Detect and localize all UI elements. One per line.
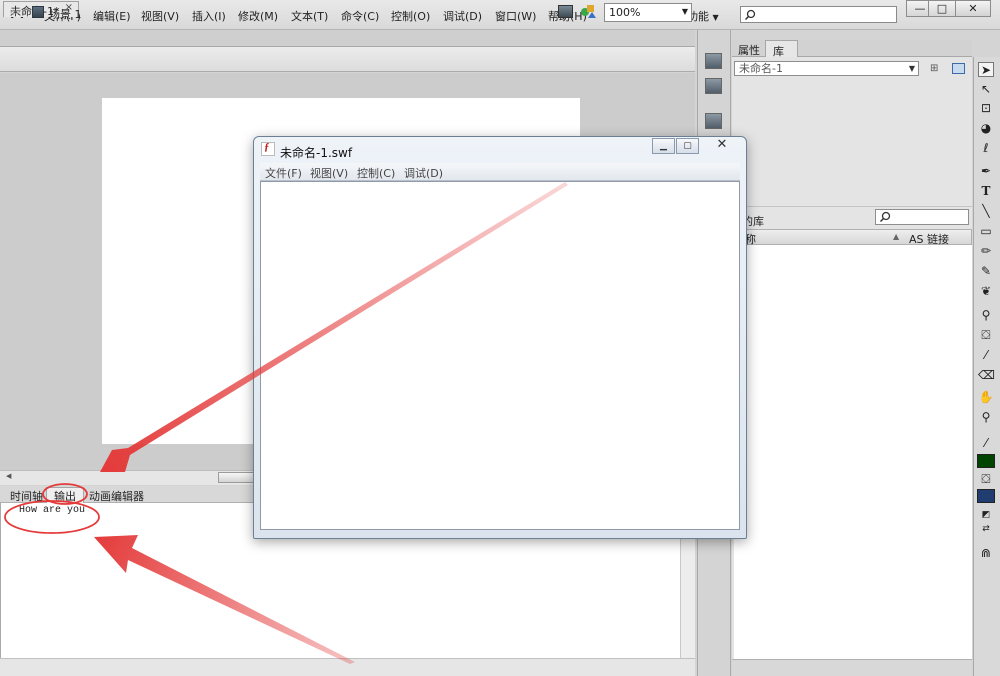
swf-maximize-button[interactable]: ▢ xyxy=(676,138,699,154)
back-arrow-icon[interactable]: ⇦ xyxy=(10,5,20,19)
color-panel-icon[interactable] xyxy=(705,53,722,69)
library-search-input[interactable] xyxy=(875,209,969,225)
swf-menu-file[interactable]: 文件(F) xyxy=(265,165,302,181)
fill-color-swatch[interactable] xyxy=(977,489,995,503)
tab-library[interactable]: 库 xyxy=(765,40,798,58)
3d-rotation-tool-icon[interactable]: ◕ xyxy=(978,121,994,136)
new-library-panel-icon[interactable] xyxy=(952,63,965,74)
output-horizontal-scrollbar[interactable] xyxy=(0,658,695,676)
help-search-input[interactable] xyxy=(740,6,897,23)
swf-minimize-button[interactable]: ▁ xyxy=(652,138,675,154)
close-button[interactable]: ✕ xyxy=(955,0,991,17)
subselection-tool-icon[interactable]: ↖ xyxy=(978,82,994,97)
library-item-list[interactable] xyxy=(734,245,972,659)
zoom-select[interactable]: 100% ▼ xyxy=(604,3,692,22)
menu-window[interactable]: 窗口(W) xyxy=(495,8,536,24)
menu-control[interactable]: 控制(O) xyxy=(391,8,430,24)
menu-edit[interactable]: 编辑(E) xyxy=(93,8,131,24)
scene-clapper-icon xyxy=(32,6,44,18)
edit-scene-icon[interactable] xyxy=(558,5,573,18)
menu-commands[interactable]: 命令(C) xyxy=(341,8,379,24)
line-tool-icon[interactable]: ╲ xyxy=(978,204,994,219)
brush-tool-icon[interactable]: ✎ xyxy=(978,264,994,279)
pin-icon[interactable]: ⊞ xyxy=(930,63,938,74)
flash-player-icon: ƒ xyxy=(261,141,275,156)
tab-properties[interactable]: 属性 xyxy=(738,42,760,58)
stroke-color-swatch[interactable] xyxy=(977,454,995,468)
search-icon xyxy=(879,211,891,223)
output-text: How are you xyxy=(19,505,86,516)
library-footer xyxy=(732,659,972,676)
pen-tool-icon[interactable]: ✒ xyxy=(978,164,994,179)
scene-bar xyxy=(0,47,695,72)
maximize-button[interactable]: □ xyxy=(928,0,956,17)
menu-modify[interactable]: 修改(M) xyxy=(238,8,278,24)
tab-timeline[interactable]: 时间轴 xyxy=(10,488,43,503)
swatches-panel-icon[interactable] xyxy=(705,78,722,94)
chevron-down-icon: ▼ xyxy=(712,13,719,22)
free-transform-tool-icon[interactable]: ⊡ xyxy=(978,101,994,116)
black-and-white-icon[interactable]: ◩ xyxy=(978,508,994,523)
swf-window-title: 未命名-1.swf xyxy=(280,146,353,160)
bone-tool-icon[interactable]: ⚲ xyxy=(978,308,994,323)
align-panel-icon[interactable] xyxy=(705,113,722,129)
hand-tool-icon[interactable]: ✋ xyxy=(978,390,994,405)
scroll-left-icon[interactable]: ◀ xyxy=(6,472,11,480)
selection-tool-icon[interactable]: ➤ xyxy=(978,62,994,77)
menu-view[interactable]: 视图(V) xyxy=(141,8,179,24)
library-document-select[interactable]: 未命名-1 ▼ xyxy=(734,61,919,76)
swf-menu-debug[interactable]: 调试(D) xyxy=(404,165,443,181)
document-tab-bar xyxy=(0,30,695,47)
swf-content-area xyxy=(260,181,740,530)
text-tool-icon[interactable]: T xyxy=(978,184,994,199)
lasso-tool-icon[interactable]: ℓ xyxy=(978,141,994,156)
tab-motion-editor[interactable]: 动画编辑器 xyxy=(89,488,144,503)
rectangle-tool-icon[interactable]: ▭ xyxy=(978,224,994,239)
tab-output[interactable]: 输出 xyxy=(46,487,84,503)
library-preview xyxy=(734,82,972,207)
menu-insert[interactable]: 插入(I) xyxy=(192,8,226,24)
swf-menu-control[interactable]: 控制(C) xyxy=(357,165,395,181)
pencil-tool-icon[interactable]: ✏ xyxy=(978,244,994,259)
zoom-value: 100% xyxy=(609,6,641,19)
chevron-down-icon: ▼ xyxy=(908,64,915,73)
library-document-value: 未命名-1 xyxy=(739,62,783,75)
menu-text[interactable]: 文本(T) xyxy=(291,8,328,24)
scene-label: 场景 1 xyxy=(49,8,82,21)
snap-to-objects-icon[interactable]: ⋒ xyxy=(978,546,994,561)
sort-ascending-icon[interactable]: ▲ xyxy=(893,232,899,241)
paint-bucket-tool-icon[interactable]: ⛋ xyxy=(978,328,994,343)
eyedropper-tool-icon[interactable]: ⁄ xyxy=(978,348,994,363)
fill-color-icon: ⛋ xyxy=(981,472,991,486)
stroke-color-icon: ⁄ xyxy=(984,436,987,450)
eraser-tool-icon[interactable]: ⌫ xyxy=(978,368,995,383)
scrollbar-thumb[interactable] xyxy=(218,472,258,483)
chevron-down-icon: ▼ xyxy=(681,7,688,16)
edit-symbols-icon[interactable] xyxy=(580,3,596,19)
zoom-tool-icon[interactable]: ⚲ xyxy=(978,410,994,425)
swf-close-button[interactable]: ✕ xyxy=(702,138,742,154)
search-icon xyxy=(744,9,756,21)
deco-tool-icon[interactable]: ❦ xyxy=(978,284,994,299)
swf-menu-view[interactable]: 视图(V) xyxy=(310,165,348,181)
swap-colors-icon[interactable]: ⇄ xyxy=(978,522,994,537)
menu-debug[interactable]: 调试(D) xyxy=(443,8,482,24)
